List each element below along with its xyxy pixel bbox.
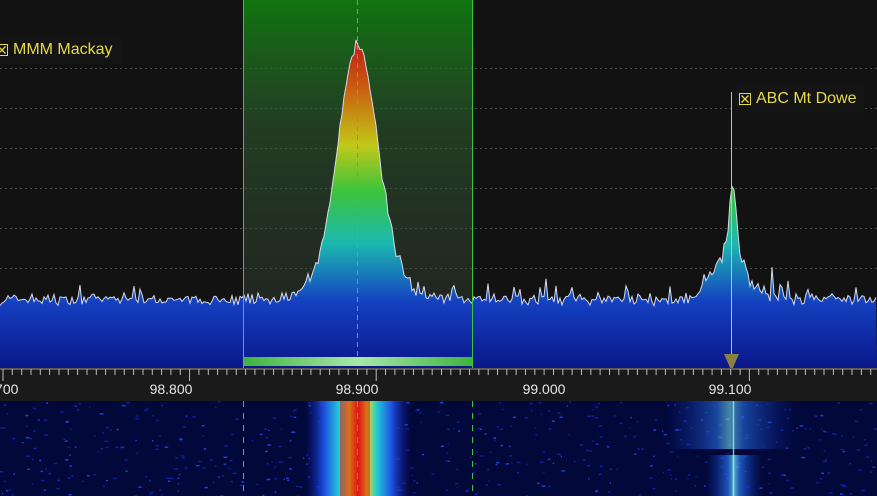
freq-label-98900: 98.900	[335, 381, 379, 397]
filter-bandwidth-bar[interactable]	[244, 357, 472, 366]
waterfall-secondary-signal	[665, 401, 795, 449]
freq-label-98800: 98.800	[149, 381, 193, 397]
spectrum-panel[interactable]	[0, 0, 877, 496]
freq-label-99000: 99.000	[522, 381, 566, 397]
bookmark-abc-mt-dowe[interactable]: ABC Mt Dowe	[735, 85, 865, 113]
bookmark-mmm-mackay[interactable]: MMM Mackay	[0, 36, 121, 64]
sdr-spectrum-display[interactable]: MMM Mackay ABC Mt Dowe 98.700 98.800 98.…	[0, 0, 877, 496]
bookmark-x-icon	[0, 44, 8, 56]
bookmark-label: ABC Mt Dowe	[756, 90, 857, 107]
bookmark-label: MMM Mackay	[13, 41, 113, 58]
freq-label-98700: 98.700	[0, 381, 19, 397]
freq-label-99100: 99.100	[708, 381, 752, 397]
bookmark-x-icon	[739, 93, 751, 105]
